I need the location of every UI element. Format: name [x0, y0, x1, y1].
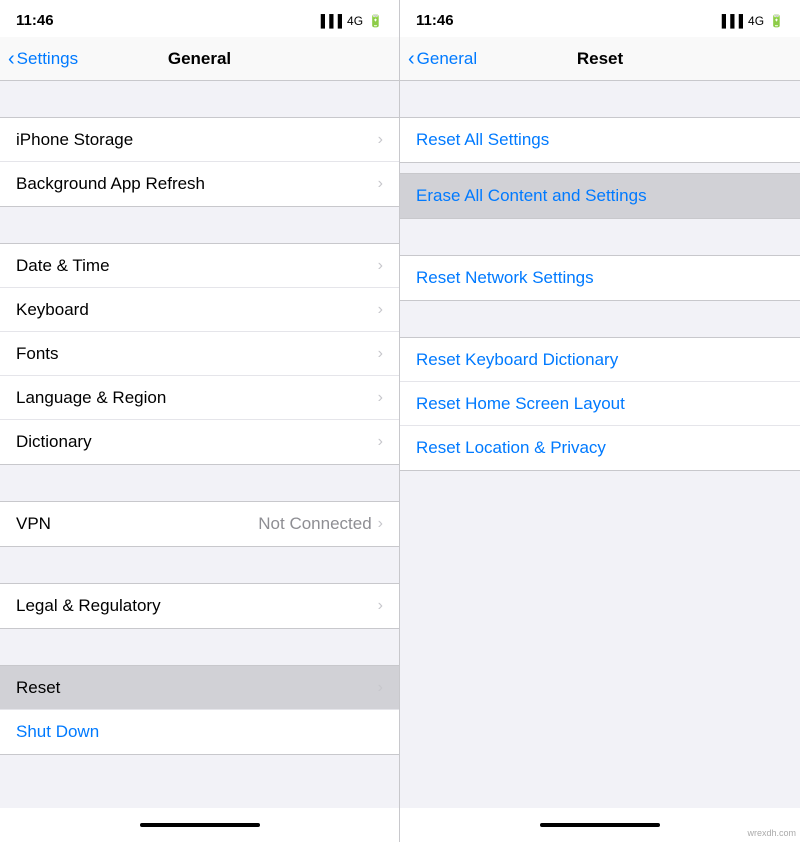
shutdown-row[interactable]: Shut Down	[0, 710, 399, 754]
left-settings-content: iPhone Storage › Background App Refresh …	[0, 81, 399, 808]
right-battery-icon: 🔋	[769, 14, 784, 28]
left-back-label: Settings	[17, 49, 78, 69]
signal-icon: ▐▐▐	[317, 14, 343, 28]
reset-chevron-icon: ›	[378, 679, 383, 697]
left-nav-title: General	[168, 49, 231, 69]
background-refresh-chevron-icon: ›	[378, 175, 383, 193]
language-region-row[interactable]: Language & Region ›	[0, 376, 399, 420]
gap7	[0, 791, 399, 808]
right-gap2	[400, 163, 800, 173]
reset-all-settings-row[interactable]: Reset All Settings	[400, 118, 800, 162]
keyboard-chevron-icon: ›	[378, 301, 383, 319]
right-gap1	[400, 81, 800, 117]
left-back-button[interactable]: ‹ Settings	[8, 49, 78, 69]
iphone-storage-label: iPhone Storage	[16, 130, 133, 150]
right-back-label: General	[417, 49, 477, 69]
vpn-row[interactable]: VPN Not Connected ›	[0, 502, 399, 546]
keyboard-row[interactable]: Keyboard ›	[0, 288, 399, 332]
background-refresh-row[interactable]: Background App Refresh ›	[0, 162, 399, 206]
right-home-bar	[540, 823, 660, 827]
legal-chevron-icon: ›	[378, 597, 383, 615]
right-panel: 11:46 ▐▐▐ 4G 🔋 ‹ General Reset Reset All…	[400, 0, 800, 842]
background-refresh-label: Background App Refresh	[16, 174, 205, 194]
gap2	[0, 207, 399, 243]
left-back-chevron-icon: ‹	[8, 49, 15, 69]
left-section-vpn: VPN Not Connected ›	[0, 501, 399, 547]
language-region-chevron-icon: ›	[378, 389, 383, 407]
fonts-row[interactable]: Fonts ›	[0, 332, 399, 376]
reset-home-screen-row[interactable]: Reset Home Screen Layout	[400, 382, 800, 426]
right-signal-icon: ▐▐▐	[718, 14, 744, 28]
left-section-legal: Legal & Regulatory ›	[0, 583, 399, 629]
reset-keyboard-dict-row[interactable]: Reset Keyboard Dictionary	[400, 338, 800, 382]
right-gap4	[400, 301, 800, 337]
shutdown-label: Shut Down	[16, 722, 99, 742]
right-section-network: Reset Network Settings	[400, 255, 800, 301]
reset-location-privacy-label: Reset Location & Privacy	[416, 438, 606, 458]
left-nav-bar: ‹ Settings General	[0, 37, 399, 81]
reset-network-row[interactable]: Reset Network Settings	[400, 256, 800, 300]
keyboard-label: Keyboard	[16, 300, 89, 320]
right-back-chevron-icon: ‹	[408, 49, 415, 69]
gap4	[0, 547, 399, 583]
vpn-label: VPN	[16, 514, 51, 534]
reset-home-screen-label: Reset Home Screen Layout	[416, 394, 625, 414]
watermark: wrexdh.com	[747, 828, 796, 838]
iphone-storage-row[interactable]: iPhone Storage ›	[0, 118, 399, 162]
dictionary-label: Dictionary	[16, 432, 92, 452]
gap5	[0, 629, 399, 665]
left-section-reset: Reset › Shut Down	[0, 665, 399, 755]
left-section-datetime: Date & Time › Keyboard › Fonts › Languag…	[0, 243, 399, 465]
erase-all-label: Erase All Content and Settings	[416, 186, 647, 206]
reset-all-settings-label: Reset All Settings	[416, 130, 549, 150]
language-region-label: Language & Region	[16, 388, 166, 408]
gap1	[0, 81, 399, 117]
reset-label: Reset	[16, 678, 60, 698]
right-section-reset-all: Reset All Settings	[400, 117, 800, 163]
reset-keyboard-dict-label: Reset Keyboard Dictionary	[416, 350, 618, 370]
date-time-label: Date & Time	[16, 256, 110, 276]
gap6	[0, 755, 399, 791]
reset-location-privacy-row[interactable]: Reset Location & Privacy	[400, 426, 800, 470]
left-status-bar: 11:46 ▐▐▐ 4G 🔋	[0, 0, 399, 37]
vpn-chevron-icon: ›	[378, 515, 383, 533]
left-section-storage: iPhone Storage › Background App Refresh …	[0, 117, 399, 207]
right-settings-content: Reset All Settings Erase All Content and…	[400, 81, 800, 808]
fonts-label: Fonts	[16, 344, 59, 364]
left-status-icons: ▐▐▐ 4G 🔋	[317, 14, 383, 28]
right-gap3	[400, 219, 800, 255]
left-panel: 11:46 ▐▐▐ 4G 🔋 ‹ Settings General iPhone…	[0, 0, 400, 842]
fonts-chevron-icon: ›	[378, 345, 383, 363]
iphone-storage-chevron-icon: ›	[378, 131, 383, 149]
right-status-time: 11:46	[416, 12, 454, 29]
date-time-chevron-icon: ›	[378, 257, 383, 275]
right-home-indicator	[400, 808, 800, 842]
reset-row[interactable]: Reset ›	[0, 666, 399, 710]
right-section-erase: Erase All Content and Settings	[400, 173, 800, 219]
gap3	[0, 465, 399, 501]
right-status-icons: ▐▐▐ 4G 🔋	[718, 14, 784, 28]
right-back-button[interactable]: ‹ General	[408, 49, 477, 69]
left-home-bar	[140, 823, 260, 827]
battery-icon: 🔋	[368, 14, 383, 28]
network-type: 4G	[347, 14, 363, 28]
vpn-value: Not Connected	[258, 514, 371, 534]
reset-network-label: Reset Network Settings	[416, 268, 594, 288]
left-home-indicator	[0, 808, 399, 842]
dictionary-chevron-icon: ›	[378, 433, 383, 451]
right-section-more-resets: Reset Keyboard Dictionary Reset Home Scr…	[400, 337, 800, 471]
right-status-bar: 11:46 ▐▐▐ 4G 🔋	[400, 0, 800, 37]
right-network-type: 4G	[748, 14, 764, 28]
legal-row[interactable]: Legal & Regulatory ›	[0, 584, 399, 628]
left-status-time: 11:46	[16, 12, 54, 29]
legal-label: Legal & Regulatory	[16, 596, 161, 616]
right-nav-title: Reset	[577, 49, 623, 69]
dictionary-row[interactable]: Dictionary ›	[0, 420, 399, 464]
erase-all-row[interactable]: Erase All Content and Settings	[400, 174, 800, 218]
right-nav-bar: ‹ General Reset	[400, 37, 800, 81]
date-time-row[interactable]: Date & Time ›	[0, 244, 399, 288]
